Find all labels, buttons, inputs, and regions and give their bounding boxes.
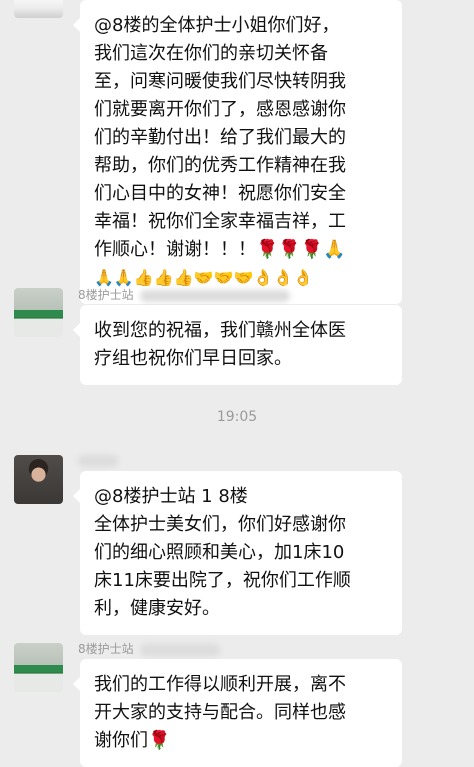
sender-name: 8楼护士站 (78, 286, 290, 303)
message-line: 们就要离开你们了，感恩感谢你 (94, 99, 346, 120)
avatar-nurse-station[interactable] (14, 643, 63, 692)
message-line: 我们的工作得以顺利开展，离不 (94, 674, 346, 695)
message-line: @8楼的全体护士小姐你们好， (94, 15, 340, 36)
message-bubble-3[interactable]: @8楼护士站 1 8楼 全体护士美女们，你们好感谢你 们的细心照顾和美心，加1床… (73, 471, 402, 635)
avatar-sign (14, 664, 63, 673)
message-line: 们的辛勤付出！给了我们最大的 (94, 127, 346, 148)
message-line: 们心目中的女神！祝愿你们安全 (94, 183, 346, 204)
message-line: 利，健康安好。 (94, 598, 220, 619)
message-line: 们的细心照顾和美心，加1床10 (94, 542, 345, 563)
message-line: 床11床要出院了，祝你们工作顺 (94, 570, 351, 591)
message-line: 幸福！祝你们全家幸福吉祥，工 (94, 211, 346, 232)
message-line: 全体护士美女们，你们好感谢你 (94, 514, 346, 535)
avatar-nurse-station[interactable] (14, 288, 63, 337)
sender-name: 8楼护士站 (78, 640, 220, 657)
message-line: 作顺心！谢谢！！！🌹🌹🌹🙏 (94, 239, 346, 260)
redacted-text (78, 454, 118, 467)
message-line: 谢你们🌹 (94, 730, 171, 751)
redacted-text (139, 289, 290, 302)
avatar-user[interactable] (14, 455, 63, 504)
message-bubble-1[interactable]: @8楼的全体护士小姐你们好， 我们這次在你们的亲切关怀备 至，问寒问暖使我们尽快… (73, 0, 402, 304)
message-line: 我们這次在你们的亲切关怀备 (94, 43, 328, 64)
message-line: 帮助，你们的优秀工作精神在我 (94, 155, 346, 176)
timestamp: 19:05 (216, 409, 258, 425)
message-line: 疗组也祝你们早日回家。 (94, 348, 292, 369)
message-bubble-2[interactable]: 收到您的祝福，我们赣州全体医 疗组也祝你们早日回家。 (73, 305, 402, 385)
message-line: 开大家的支持与配合。同样也感 (94, 702, 346, 723)
sender-name (78, 453, 118, 467)
avatar-sign (14, 309, 63, 318)
message-line: 至，问寒问暖使我们尽快转阴我 (94, 71, 346, 92)
sender-name-text: 8楼护士站 (78, 642, 134, 656)
message-bubble-4[interactable]: 我们的工作得以顺利开展，离不 开大家的支持与配合。同样也感 谢你们🌹 (73, 659, 402, 767)
message-line: @8楼护士站 1 8楼 (94, 486, 248, 507)
message-line: 收到您的祝福，我们赣州全体医 (94, 320, 346, 341)
sender-name-text: 8楼护士站 (78, 288, 134, 302)
redacted-text (139, 643, 220, 656)
avatar-top[interactable] (14, 0, 63, 18)
